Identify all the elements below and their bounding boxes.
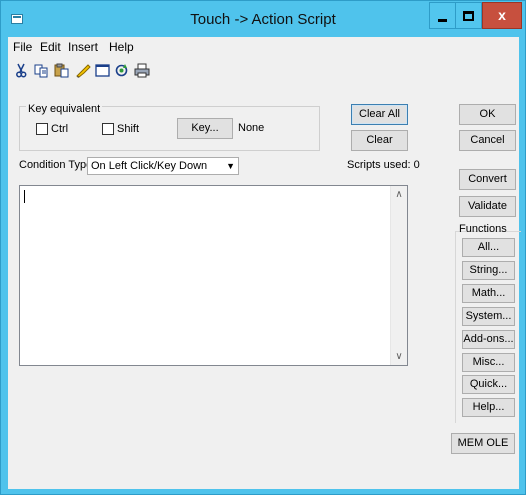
- functions-quick-button[interactable]: Quick...: [462, 375, 515, 394]
- condition-type-value: On Left Click/Key Down: [91, 160, 208, 172]
- ctrl-label: Ctrl: [51, 123, 69, 135]
- close-icon: x: [498, 7, 506, 23]
- print-icon[interactable]: [134, 63, 150, 78]
- maximize-icon: [463, 11, 474, 21]
- maximize-button[interactable]: [456, 2, 482, 29]
- menu-bar: File Edit Insert Help: [8, 37, 519, 57]
- functions-string-button[interactable]: String...: [462, 261, 515, 280]
- script-editor[interactable]: ∧ ∨: [19, 185, 408, 366]
- scroll-up-arrow-icon[interactable]: ∧: [391, 186, 407, 203]
- functions-help-button[interactable]: Help...: [462, 398, 515, 417]
- key-equivalent-label: Key equivalent: [26, 103, 103, 115]
- menu-edit[interactable]: Edit: [40, 40, 61, 54]
- functions-addons-button[interactable]: Add-ons...: [462, 330, 515, 349]
- functions-misc-button[interactable]: Misc...: [462, 353, 515, 372]
- key-value: None: [238, 122, 265, 134]
- cancel-button[interactable]: Cancel: [459, 130, 516, 151]
- functions-group: [455, 231, 521, 423]
- mem-ole-button[interactable]: MEM OLE: [451, 433, 515, 454]
- cut-icon[interactable]: [13, 63, 28, 78]
- text-caret: [24, 190, 25, 203]
- condition-type-label: Condition Type:: [19, 159, 96, 171]
- functions-label: Functions: [459, 223, 507, 235]
- scroll-down-arrow-icon[interactable]: ∨: [391, 348, 407, 365]
- toolbar: [8, 59, 519, 81]
- condition-type-select[interactable]: On Left Click/Key Down ▼: [87, 157, 239, 175]
- functions-all-button[interactable]: All...: [462, 238, 515, 257]
- close-button[interactable]: x: [482, 2, 522, 29]
- title-bar[interactable]: Touch -> Action Script x: [1, 1, 525, 37]
- action-script-window: Touch -> Action Script x File Edit Inser…: [0, 0, 526, 495]
- menu-file[interactable]: File: [13, 40, 32, 54]
- minimize-button[interactable]: [429, 2, 456, 29]
- functions-system-button[interactable]: System...: [462, 307, 515, 326]
- ctrl-checkbox[interactable]: [36, 123, 48, 135]
- paste-icon[interactable]: [54, 63, 69, 78]
- highlight-icon[interactable]: [75, 63, 91, 78]
- dialog-client-area: File Edit Insert Help Key equivalent Ctr…: [8, 37, 521, 489]
- clear-button[interactable]: Clear: [351, 130, 408, 151]
- editor-scrollbar[interactable]: ∧ ∨: [390, 186, 407, 365]
- refresh-icon[interactable]: [114, 63, 129, 78]
- shift-label: Shift: [117, 123, 140, 135]
- minimize-icon: [438, 19, 447, 22]
- window-icon[interactable]: [95, 63, 110, 78]
- key-button[interactable]: Key...: [177, 118, 233, 139]
- copy-icon[interactable]: [34, 63, 49, 78]
- scripts-used-label: Scripts used: 0: [347, 159, 420, 171]
- menu-help[interactable]: Help: [109, 40, 134, 54]
- chevron-down-icon: ▼: [226, 161, 235, 171]
- shift-checkbox[interactable]: [102, 123, 114, 135]
- ok-button[interactable]: OK: [459, 104, 516, 125]
- functions-math-button[interactable]: Math...: [462, 284, 515, 303]
- menu-insert[interactable]: Insert: [68, 40, 98, 54]
- clear-all-button[interactable]: Clear All: [351, 104, 408, 125]
- convert-button[interactable]: Convert: [459, 169, 516, 190]
- validate-button[interactable]: Validate: [459, 196, 516, 217]
